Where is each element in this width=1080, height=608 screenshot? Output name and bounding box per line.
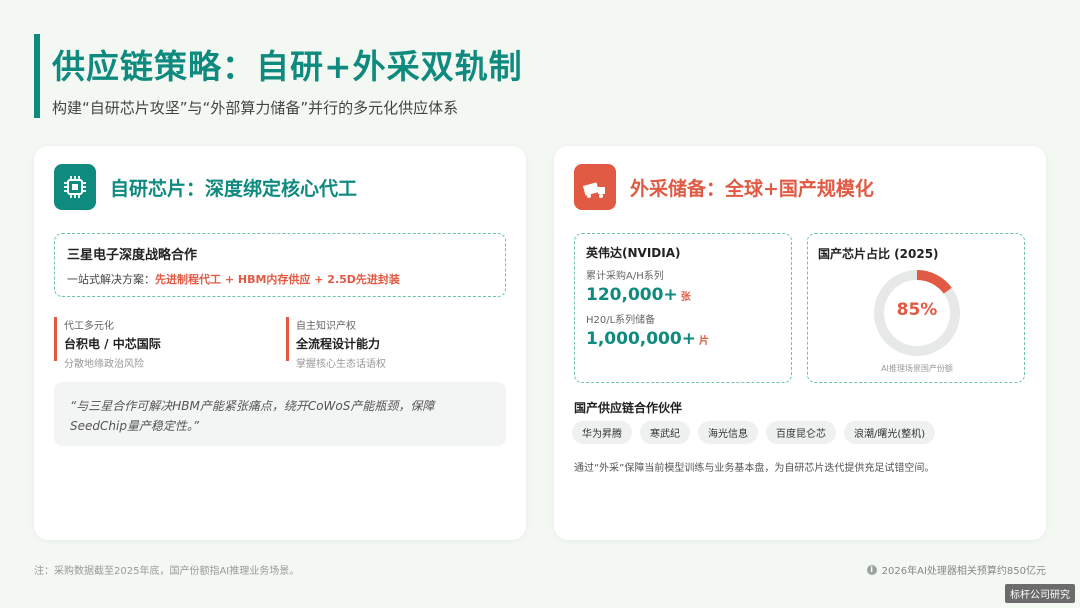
stat-sub: 掌握核心生态话语权 (296, 359, 386, 370)
truck-icon (574, 164, 616, 210)
stat-foundry-diversification: 代工多元化 台积电 / 中芯国际 分散地缘政治风险 (54, 317, 161, 370)
nvidia-label-1: 累计采购A/H系列 (586, 271, 664, 282)
stat-tag: 自主知识产权 (296, 321, 356, 332)
budget-note: i 2026年AI处理器相关预算约850亿元 (866, 562, 1046, 577)
share-title: 国产芯片占比 (2025) (818, 247, 939, 261)
watermark: 标杆公司研究 (1005, 584, 1075, 603)
stat-own-ip: 自主知识产权 全流程设计能力 掌握核心生态话语权 (286, 317, 386, 370)
info-icon: i (866, 564, 877, 575)
samsung-title: 三星电子深度战略合作 (67, 248, 198, 263)
unit: 片 (698, 336, 709, 347)
page-title: 供应链策略：自研+外采双轨制 (52, 47, 523, 86)
samsung-solution: 一站式解决方案：先进制程代工 + HBM内存供应 + 2.5D先进封装 (67, 271, 493, 287)
partner-chip: 浪潮/曙光(整机) (844, 421, 936, 444)
nvidia-title: 英伟达(NVIDIA) (586, 246, 681, 260)
stat-main: 台积电 / 中芯国际 (64, 337, 161, 351)
budget-text: 2026年AI处理器相关预算约850亿元 (881, 566, 1046, 577)
self-developed-card: 自研芯片：深度绑定核心代工 三星电子深度战略合作 一站式解决方案：先进制程代工 … (34, 146, 526, 540)
partner-chip: 海光信息 (698, 421, 758, 444)
external-procurement-card: 外采储备：全球+国产规模化 英伟达(NVIDIA) 累计采购A/H系列 120,… (554, 146, 1046, 540)
partners-title: 国产供应链合作伙伴 (574, 401, 683, 415)
stat-main: 全流程设计能力 (296, 337, 381, 351)
partner-chips: 华为昇腾 寒武纪 海光信息 百度昆仑芯 浪潮/曙光(整机) (572, 421, 936, 444)
samsung-partnership-box: 三星电子深度战略合作 一站式解决方案：先进制程代工 + HBM内存供应 + 2.… (54, 233, 506, 297)
nvidia-value-1: 120,000+ 张 (586, 285, 780, 305)
nvidia-label-2: H20/L系列储备 (586, 315, 656, 326)
nvidia-box: 英伟达(NVIDIA) 累计采购A/H系列 120,000+ 张 H20/L系列储… (574, 233, 792, 383)
chip-icon (54, 164, 96, 210)
partner-chip: 华为昇腾 (572, 421, 632, 444)
partner-chip: 寒武纪 (640, 421, 690, 444)
value: 1,000,000+ (586, 329, 696, 349)
share-percent: 85% (896, 300, 938, 320)
domestic-share-box: 国产芯片占比 (2025) 85% AI推理场景国产份额 (807, 233, 1025, 383)
solution-highlight: 先进制程代工 + HBM内存供应 + 2.5D先进封装 (155, 273, 400, 286)
card-header: 自研芯片：深度绑定核心代工 (54, 164, 357, 210)
partner-chip: 百度昆仑芯 (766, 421, 836, 444)
procurement-note: 通过“外采”保障当前模型训练与业务基本盘，为自研芯片迭代提供充足试错空间。 (574, 463, 935, 474)
page-subtitle: 构建“自研芯片攻坚”与“外部算力储备”并行的多元化供应体系 (52, 99, 459, 117)
quote-box: “与三星合作可解决HBM产能紧张痛点，绕开CoWoS产能瓶颈，保障SeedChi… (54, 382, 506, 446)
solution-label: 一站式解决方案： (67, 273, 155, 286)
card-header: 外采储备：全球+国产规模化 (574, 164, 874, 210)
unit: 张 (680, 292, 691, 303)
nvidia-value-2: 1,000,000+ 片 (586, 329, 780, 349)
value: 120,000+ (586, 285, 678, 305)
stat-sub: 分散地缘政治风险 (64, 359, 144, 370)
share-note: AI推理场景国产份额 (881, 364, 953, 373)
card-title: 自研芯片：深度绑定核心代工 (110, 177, 358, 200)
title-accent-bar (34, 34, 40, 118)
footnote: 注：采购数据截至2025年底，国产份额指AI推理业务场景。 (34, 566, 300, 577)
card-title: 外采储备：全球+国产规模化 (630, 177, 874, 200)
stat-tag: 代工多元化 (64, 321, 114, 332)
